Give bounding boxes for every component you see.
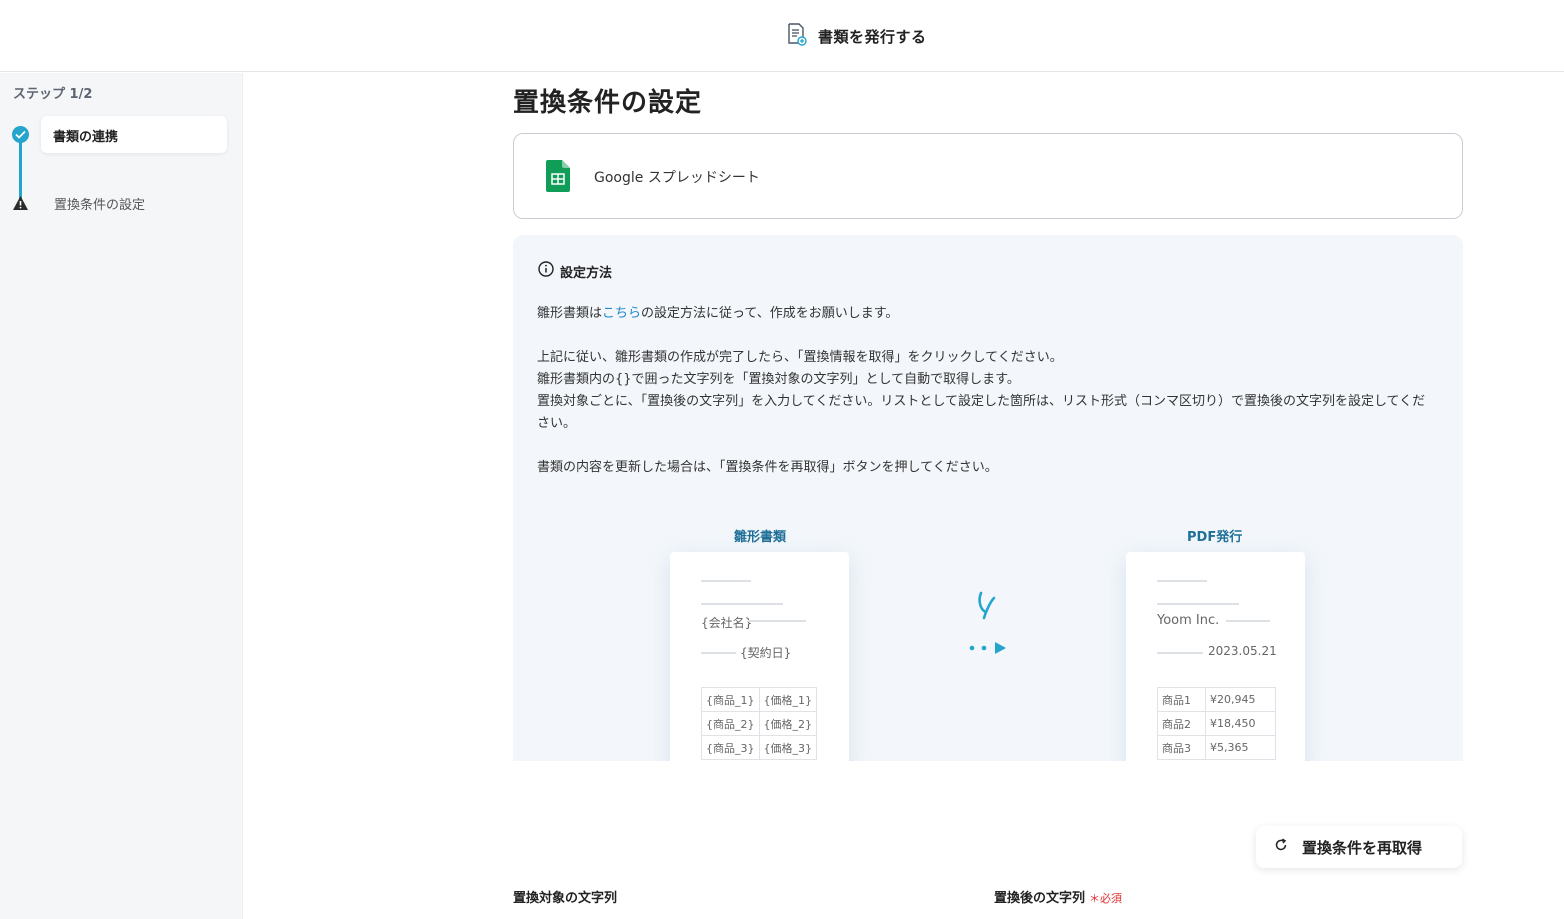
step-progress-line	[19, 141, 22, 203]
template-company-placeholder: {会社名}	[701, 616, 753, 630]
output-company-text: Yoom Inc.	[1157, 613, 1220, 628]
document-issue-icon	[786, 22, 808, 50]
replacement-string-label: 置換後の文字列	[994, 891, 1086, 906]
table-row: 商品3 ¥5,365	[1157, 735, 1276, 760]
table-cell: ¥20,945	[1205, 687, 1276, 712]
instructions-heading: 設定方法	[538, 261, 612, 281]
output-date-text: 2023.05.21	[1208, 644, 1277, 658]
instructions-line: 雛形書類はこちらの設定方法に従って、作成をお願いします。	[537, 303, 1437, 325]
info-circle-icon	[538, 261, 554, 281]
output-doc-label: PDF発行	[1187, 530, 1243, 545]
instructions-line: 上記に従い、雛形書類の作成が完了したら、「置換情報を取得」をクリックしてください…	[537, 350, 1063, 365]
setup-instructions-panel: 設定方法 雛形書類はこちらの設定方法に従って、作成をお願いします。 上記に従い、…	[513, 235, 1463, 761]
template-guide-link[interactable]: こちら	[602, 306, 641, 321]
conversion-arrow-icon	[968, 590, 1018, 664]
table-cell: {価格_2}	[758, 711, 817, 736]
template-doc-label: 雛形書類	[734, 530, 787, 545]
table-cell: {商品_2}	[701, 711, 760, 736]
refetch-button-label: 置換条件を再取得	[1302, 838, 1423, 857]
table-row: 商品1 ¥20,945	[1157, 687, 1276, 712]
instructions-line: 雛形書類内の{}で囲った文字列を「置換対象の文字列」として自動で取得します。	[537, 372, 1020, 387]
service-name: Google スプレッドシート	[594, 170, 760, 186]
connected-service-card: Google スプレッドシート	[513, 133, 1463, 219]
header-title-group: 書類を発行する	[786, 22, 927, 50]
instructions-heading-text: 設定方法	[560, 265, 613, 281]
check-circle-icon	[12, 126, 29, 143]
template-items-table: {商品_1} {価格_1} {商品_2} {価格_2} {商品_3} {価格_3}	[701, 687, 817, 760]
table-row: 商品2 ¥18,450	[1157, 711, 1276, 736]
step-count: ステップ 1/2	[13, 87, 93, 102]
output-doc-illustration: Yoom Inc. 2023.05.21 商品1 ¥20,945 商品2 ¥18,4…	[1126, 552, 1305, 761]
page-title: 置換条件の設定	[513, 88, 703, 118]
table-row: {商品_3} {価格_3}	[701, 735, 817, 760]
refetch-conditions-button[interactable]: 置換条件を再取得	[1256, 826, 1462, 868]
refresh-icon	[1274, 838, 1288, 856]
table-cell: ¥18,450	[1205, 711, 1276, 736]
instructions-body: 雛形書類はこちらの設定方法に従って、作成をお願いします。 上記に従い、雛形書類の…	[537, 303, 1437, 479]
table-cell: ¥5,365	[1205, 735, 1276, 760]
table-cell: {商品_3}	[701, 735, 760, 760]
step-sidebar: ステップ 1/2 書類の連携 置換条件の設定	[0, 73, 243, 919]
replacement-string-label-group: 置換後の文字列 ＊必須	[994, 887, 1122, 906]
instructions-line: さい。	[537, 416, 577, 431]
instructions-line: 書類の内容を更新した場合は、「置換条件を再取得」ボタンを押してください。	[537, 460, 998, 475]
sidebar-step-document-link[interactable]: 書類の連携	[41, 116, 227, 153]
output-items-table: 商品1 ¥20,945 商品2 ¥18,450 商品3 ¥5,365	[1157, 687, 1276, 760]
instructions-line: 置換対象ごとに、「置換後の文字列」を入力してください。リストとして設定した箇所は…	[537, 394, 1426, 409]
instructions-text: 雛形書類は	[537, 306, 603, 321]
google-sheets-icon	[546, 160, 570, 196]
required-badge: ＊必須	[1089, 892, 1123, 905]
table-cell: {商品_1}	[701, 687, 760, 712]
template-doc-illustration: {会社名} {契約日} {商品_1} {価格_1} {商品_2} {価格_2} {商…	[670, 552, 849, 761]
table-row: {商品_2} {価格_2}	[701, 711, 817, 736]
table-row: {商品_1} {価格_1}	[701, 687, 817, 712]
table-cell: 商品2	[1157, 711, 1206, 736]
sidebar-step-replacement-settings[interactable]: 置換条件の設定	[54, 194, 145, 213]
table-cell: 商品1	[1157, 687, 1206, 712]
target-string-label: 置換対象の文字列	[513, 891, 618, 906]
sidebar-step-label: 書類の連携	[53, 130, 119, 145]
template-date-placeholder: {契約日}	[740, 646, 792, 660]
top-bar: 書類を発行する	[0, 0, 1564, 72]
instructions-text: の設定方法に従って、作成をお願いします。	[641, 306, 899, 321]
table-cell: 商品3	[1157, 735, 1206, 760]
table-cell: {価格_1}	[758, 687, 817, 712]
page-header-title: 書類を発行する	[818, 27, 927, 46]
warning-icon	[12, 195, 29, 215]
table-cell: {価格_3}	[758, 735, 817, 760]
